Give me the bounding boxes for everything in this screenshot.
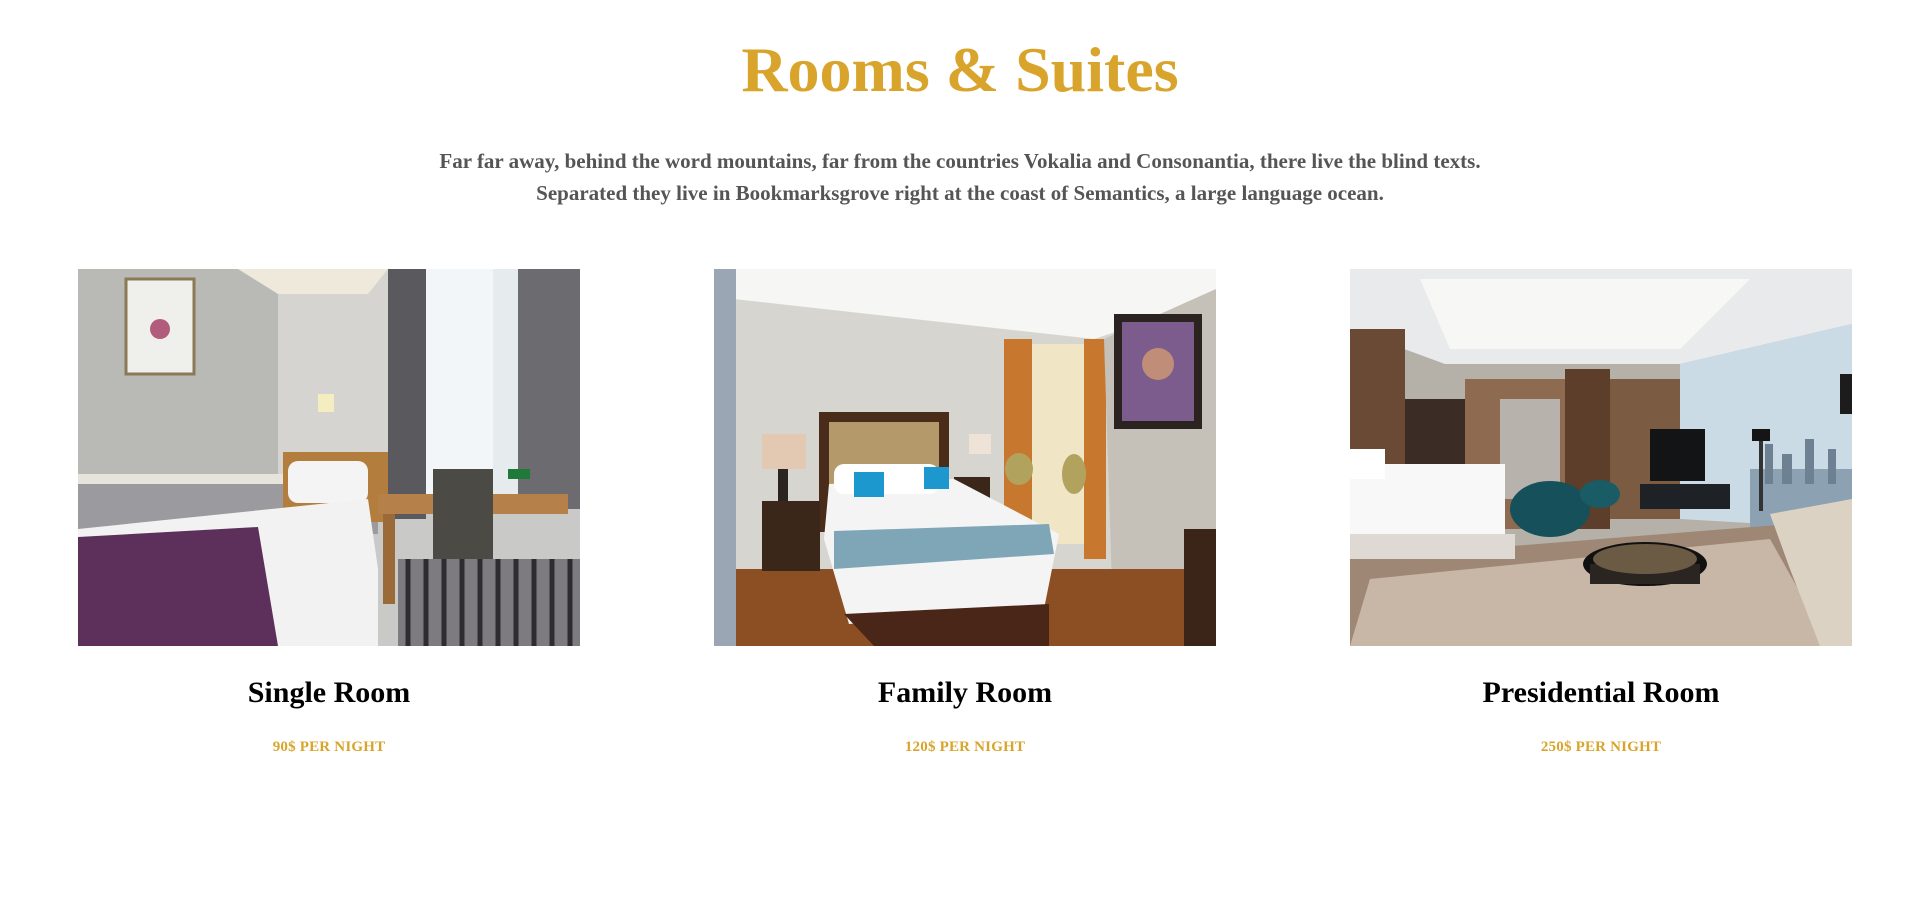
single-room-photo[interactable] [78, 269, 580, 646]
section-title: Rooms & Suites [741, 34, 1179, 105]
family-room-photo[interactable] [714, 269, 1216, 646]
rooms-section: Rooms & Suites Far far away, behind the … [0, 0, 1920, 897]
room-card-presidential: Presidential Room 250$ PER NIGHT [1350, 269, 1852, 755]
room-price: 90$ PER NIGHT [272, 739, 386, 755]
description-line-2: Separated they live in Bookmarksgrove ri… [536, 181, 1384, 205]
room-card-family: Family Room 120$ PER NIGHT [714, 269, 1216, 755]
presidential-room-photo[interactable] [1350, 269, 1852, 646]
room-card-single: Single Room 90$ PER NIGHT [78, 269, 580, 755]
room-name[interactable]: Family Room [714, 675, 1216, 711]
section-description: Far far away, behind the word mountains,… [360, 145, 1560, 209]
room-price: 120$ PER NIGHT [904, 739, 1026, 755]
room-name[interactable]: Single Room [78, 675, 580, 711]
description-line-1: Far far away, behind the word mountains,… [439, 149, 1481, 173]
room-name[interactable]: Presidential Room [1350, 675, 1852, 711]
room-price: 250$ PER NIGHT [1540, 739, 1662, 755]
